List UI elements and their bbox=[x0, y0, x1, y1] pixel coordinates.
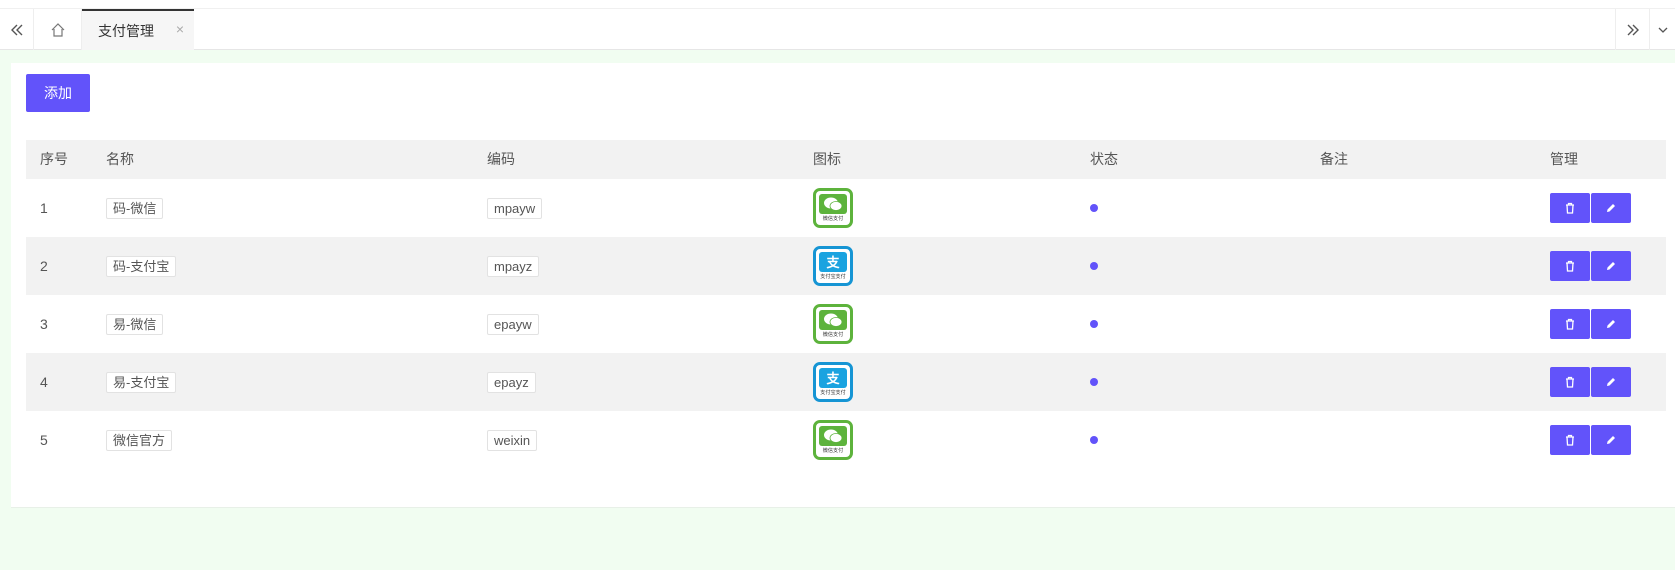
double-chevron-left-icon bbox=[10, 24, 22, 35]
wechat-pay-icon: 微信支付 bbox=[813, 420, 853, 460]
delete-button[interactable] bbox=[1550, 251, 1590, 281]
alipay-icon: 支 支付宝支付 bbox=[813, 362, 853, 402]
status-indicator bbox=[1090, 262, 1098, 270]
double-chevron-right-icon bbox=[1627, 24, 1639, 35]
edit-button[interactable] bbox=[1591, 251, 1631, 281]
home-tab-button[interactable] bbox=[34, 9, 82, 50]
tab-label: 支付管理 bbox=[98, 22, 154, 39]
payment-table: 序号 名称 编码 图标 状态 备注 管理 1 码-微信 mpayw 微信支付 2… bbox=[26, 140, 1666, 469]
row-code: mpayz bbox=[487, 255, 540, 277]
pencil-icon bbox=[1607, 262, 1615, 270]
delete-button[interactable] bbox=[1550, 425, 1590, 455]
row-code: weixin bbox=[487, 429, 538, 451]
home-icon bbox=[51, 22, 64, 37]
table-row: 4 易-支付宝 epayz 支 支付宝支付 bbox=[26, 353, 1666, 411]
wechat-pay-icon: 微信支付 bbox=[813, 188, 853, 228]
pencil-icon bbox=[1607, 320, 1615, 328]
tab-bar: 支付管理 × bbox=[0, 8, 1675, 50]
trash-icon bbox=[1566, 434, 1574, 446]
tab-options-button[interactable] bbox=[1649, 9, 1675, 50]
edit-button[interactable] bbox=[1591, 367, 1631, 397]
status-indicator bbox=[1090, 436, 1098, 444]
header-code: 编码 bbox=[487, 151, 515, 167]
delete-button[interactable] bbox=[1550, 193, 1590, 223]
pencil-icon bbox=[1607, 204, 1615, 212]
row-name: 码-支付宝 bbox=[106, 255, 177, 277]
edit-button[interactable] bbox=[1591, 309, 1631, 339]
trash-icon bbox=[1566, 376, 1574, 388]
header-actions: 管理 bbox=[1550, 151, 1578, 167]
row-name: 易-微信 bbox=[106, 313, 164, 335]
status-indicator bbox=[1090, 204, 1098, 212]
row-code: epayz bbox=[487, 371, 536, 393]
edit-button[interactable] bbox=[1591, 193, 1631, 223]
table-row: 1 码-微信 mpayw 微信支付 bbox=[26, 179, 1666, 237]
pencil-icon bbox=[1607, 436, 1615, 444]
delete-button[interactable] bbox=[1550, 309, 1590, 339]
scroll-tabs-right-button[interactable] bbox=[1615, 9, 1649, 50]
row-name: 易-支付宝 bbox=[106, 371, 177, 393]
pencil-icon bbox=[1607, 378, 1615, 386]
header-icon: 图标 bbox=[813, 151, 841, 167]
header-status: 状态 bbox=[1090, 151, 1118, 167]
trash-icon bbox=[1566, 202, 1574, 214]
scroll-tabs-left-button[interactable] bbox=[0, 9, 34, 50]
header-index: 序号 bbox=[40, 151, 68, 167]
trash-icon bbox=[1566, 318, 1574, 330]
row-index: 4 bbox=[40, 374, 48, 390]
close-icon[interactable]: × bbox=[176, 21, 184, 37]
row-name: 码-微信 bbox=[106, 197, 164, 219]
row-index: 5 bbox=[40, 432, 48, 448]
header-name: 名称 bbox=[106, 151, 134, 167]
tab-payment-management[interactable]: 支付管理 × bbox=[82, 9, 194, 50]
table-header: 序号 名称 编码 图标 状态 备注 管理 bbox=[26, 140, 1666, 179]
table-row: 5 微信官方 weixin 微信支付 bbox=[26, 411, 1666, 469]
trash-icon bbox=[1566, 260, 1574, 272]
row-index: 2 bbox=[40, 258, 48, 274]
row-index: 3 bbox=[40, 316, 48, 332]
chevron-down-icon bbox=[1658, 27, 1667, 33]
add-button[interactable]: 添加 bbox=[26, 74, 90, 112]
table-row: 3 易-微信 epayw 微信支付 bbox=[26, 295, 1666, 353]
status-indicator bbox=[1090, 320, 1098, 328]
status-indicator bbox=[1090, 378, 1098, 386]
header-remark: 备注 bbox=[1320, 151, 1348, 167]
delete-button[interactable] bbox=[1550, 367, 1590, 397]
row-code: mpayw bbox=[487, 197, 543, 219]
row-index: 1 bbox=[40, 200, 48, 216]
wechat-pay-icon: 微信支付 bbox=[813, 304, 853, 344]
table-row: 2 码-支付宝 mpayz 支 支付宝支付 bbox=[26, 237, 1666, 295]
row-code: epayw bbox=[487, 313, 539, 335]
alipay-icon: 支 支付宝支付 bbox=[813, 246, 853, 286]
row-name: 微信官方 bbox=[106, 429, 173, 451]
edit-button[interactable] bbox=[1591, 425, 1631, 455]
